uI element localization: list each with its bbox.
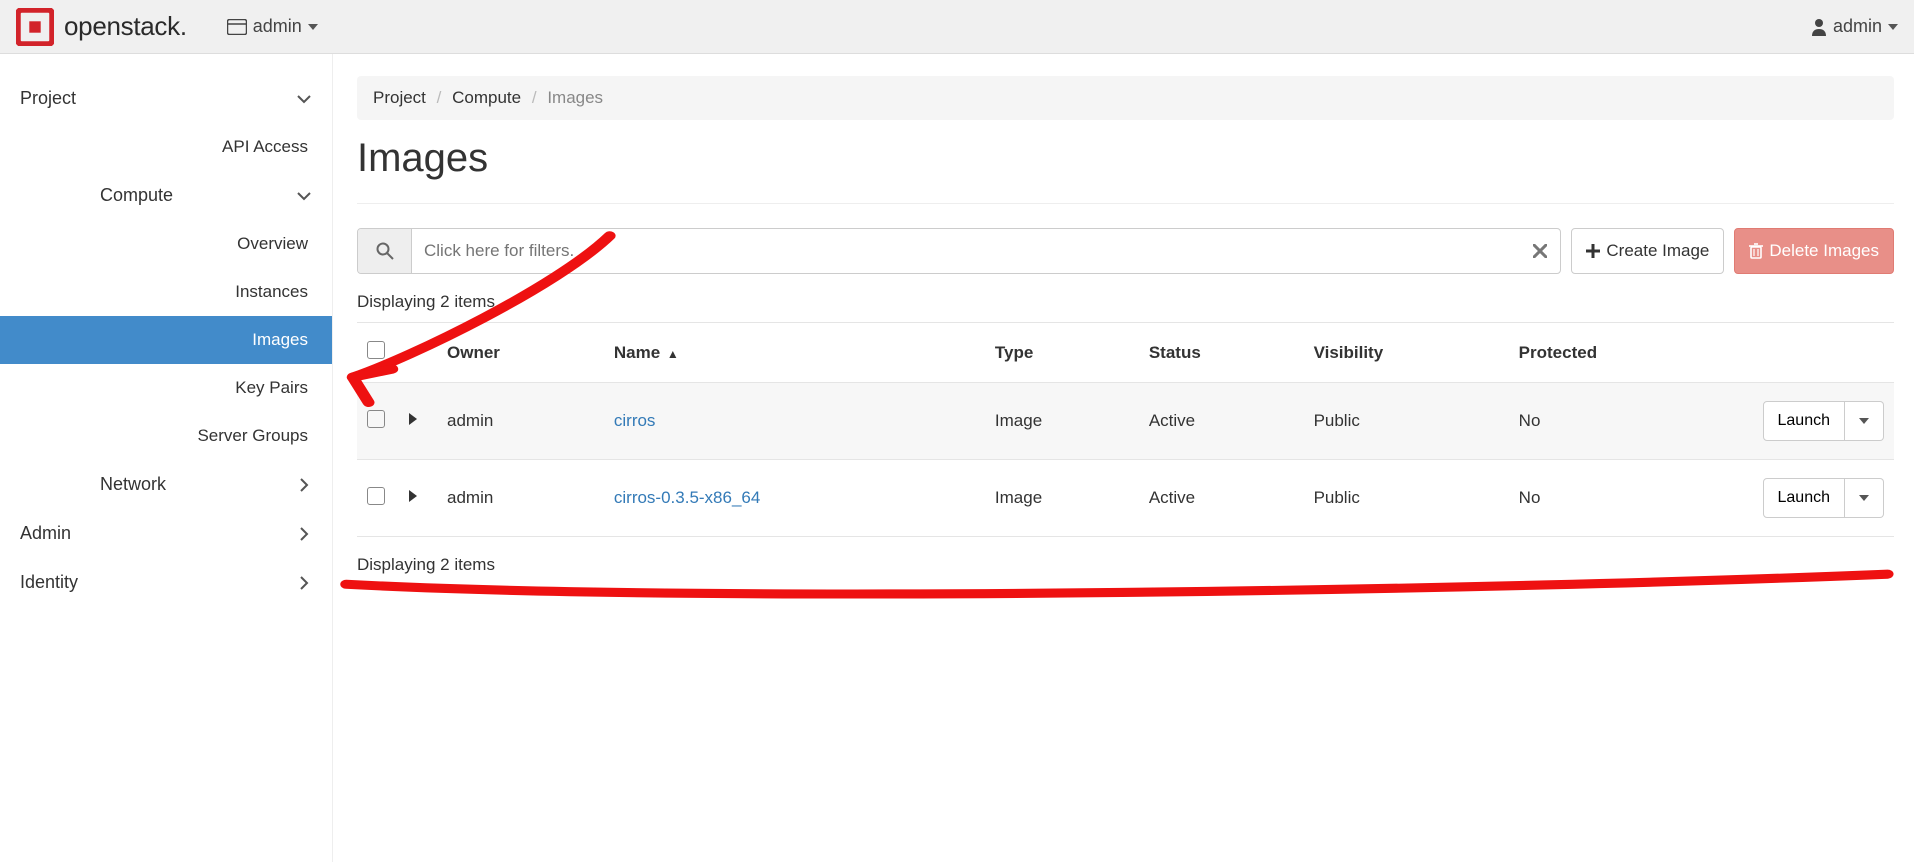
- brand-text: openstack.: [64, 11, 187, 42]
- main-panel: Project / Compute / Images Images: [333, 54, 1914, 862]
- page-title: Images: [357, 136, 1894, 204]
- breadcrumb-item: Images: [547, 88, 603, 107]
- user-icon: [1811, 18, 1827, 36]
- breadcrumb-separator: /: [526, 88, 543, 107]
- expand-row-icon[interactable]: [407, 412, 419, 426]
- chevron-right-icon: [296, 477, 312, 493]
- sidebar-item-label: Admin: [20, 523, 71, 544]
- search-button[interactable]: [358, 229, 412, 273]
- top-navbar: openstack. admin admin: [0, 0, 1914, 54]
- sidebar-item-network[interactable]: Network: [0, 460, 332, 509]
- breadcrumb-separator: /: [431, 88, 448, 107]
- row-checkbox[interactable]: [367, 487, 385, 505]
- column-header-label: Name: [614, 343, 660, 362]
- sidebar: Project API Access Compute Overview Inst…: [0, 54, 333, 862]
- select-all-checkbox[interactable]: [367, 341, 385, 359]
- project-selector-label: admin: [253, 16, 302, 37]
- sidebar-item-label: Project: [20, 88, 76, 109]
- cell-type: Image: [985, 383, 1139, 460]
- row-actions-dropdown[interactable]: [1845, 478, 1884, 518]
- sidebar-item-compute[interactable]: Compute: [0, 171, 332, 220]
- search-icon: [376, 242, 394, 260]
- table-row: admin cirros Image Active Public No Laun…: [357, 383, 1894, 460]
- toolbar: Create Image Delete Images: [357, 228, 1894, 274]
- sidebar-item-label: Key Pairs: [235, 378, 308, 398]
- image-name-link[interactable]: cirros: [614, 411, 656, 430]
- openstack-logo-icon: [16, 8, 54, 46]
- row-checkbox[interactable]: [367, 410, 385, 428]
- brand-logo[interactable]: openstack.: [16, 8, 187, 46]
- sidebar-item-instances[interactable]: Instances: [0, 268, 332, 316]
- column-header-owner[interactable]: Owner: [437, 323, 604, 383]
- display-count-bottom: Displaying 2 items: [357, 555, 1894, 575]
- caret-down-icon: [308, 24, 318, 30]
- sidebar-item-label: Server Groups: [197, 426, 308, 446]
- cell-visibility: Public: [1304, 383, 1509, 460]
- cell-visibility: Public: [1304, 460, 1509, 537]
- caret-down-icon: [1859, 495, 1869, 501]
- sidebar-item-project[interactable]: Project: [0, 74, 332, 123]
- close-icon: [1533, 244, 1547, 258]
- launch-button[interactable]: Launch: [1763, 478, 1846, 518]
- sidebar-item-label: Images: [252, 330, 308, 350]
- cell-type: Image: [985, 460, 1139, 537]
- caret-down-icon: [1888, 24, 1898, 30]
- cell-protected: No: [1509, 383, 1734, 460]
- launch-button[interactable]: Launch: [1763, 401, 1846, 441]
- sidebar-item-images[interactable]: Images: [0, 316, 332, 364]
- row-actions-dropdown[interactable]: [1845, 401, 1884, 441]
- column-header-name[interactable]: Name ▲: [604, 323, 985, 383]
- column-header-visibility[interactable]: Visibility: [1304, 323, 1509, 383]
- chevron-right-icon: [296, 526, 312, 542]
- filter-input[interactable]: [412, 229, 1520, 273]
- sidebar-item-label: API Access: [222, 137, 308, 157]
- chevron-right-icon: [296, 575, 312, 591]
- filter-box: [357, 228, 1561, 274]
- table-row: admin cirros-0.3.5-x86_64 Image Active P…: [357, 460, 1894, 537]
- breadcrumb-item[interactable]: Compute: [452, 88, 521, 107]
- cell-status: Active: [1139, 383, 1304, 460]
- breadcrumb: Project / Compute / Images: [357, 76, 1894, 120]
- sidebar-item-key-pairs[interactable]: Key Pairs: [0, 364, 332, 412]
- cell-protected: No: [1509, 460, 1734, 537]
- column-header-type[interactable]: Type: [985, 323, 1139, 383]
- sidebar-item-label: Overview: [237, 234, 308, 254]
- breadcrumb-item[interactable]: Project: [373, 88, 426, 107]
- sidebar-item-api-access[interactable]: API Access: [0, 123, 332, 171]
- project-icon: [227, 19, 247, 35]
- cell-status: Active: [1139, 460, 1304, 537]
- chevron-down-icon: [296, 188, 312, 204]
- cell-owner: admin: [437, 383, 604, 460]
- cell-owner: admin: [437, 460, 604, 537]
- sidebar-item-label: Instances: [235, 282, 308, 302]
- display-count-top: Displaying 2 items: [357, 292, 1894, 312]
- clear-filter-button[interactable]: [1520, 229, 1560, 273]
- delete-images-button[interactable]: Delete Images: [1734, 228, 1894, 274]
- column-header-status[interactable]: Status: [1139, 323, 1304, 383]
- user-menu-label: admin: [1833, 16, 1882, 37]
- sidebar-item-label: Identity: [20, 572, 78, 593]
- sidebar-item-label: Network: [100, 474, 166, 495]
- sidebar-item-admin[interactable]: Admin: [0, 509, 332, 558]
- button-label: Create Image: [1606, 241, 1709, 261]
- chevron-down-icon: [296, 91, 312, 107]
- create-image-button[interactable]: Create Image: [1571, 228, 1724, 274]
- trash-icon: [1749, 243, 1763, 259]
- sidebar-item-overview[interactable]: Overview: [0, 220, 332, 268]
- user-menu[interactable]: admin: [1811, 16, 1898, 37]
- sort-asc-icon: ▲: [667, 347, 679, 361]
- sidebar-item-label: Compute: [100, 185, 173, 206]
- sidebar-item-identity[interactable]: Identity: [0, 558, 332, 607]
- button-label: Launch: [1778, 489, 1831, 507]
- image-name-link[interactable]: cirros-0.3.5-x86_64: [614, 488, 760, 507]
- caret-down-icon: [1859, 418, 1869, 424]
- images-table: Owner Name ▲ Type Status Visibility Prot…: [357, 322, 1894, 537]
- expand-row-icon[interactable]: [407, 489, 419, 503]
- plus-icon: [1586, 244, 1600, 258]
- sidebar-item-server-groups[interactable]: Server Groups: [0, 412, 332, 460]
- project-selector[interactable]: admin: [227, 16, 318, 37]
- button-label: Delete Images: [1769, 241, 1879, 261]
- column-header-protected[interactable]: Protected: [1509, 323, 1734, 383]
- button-label: Launch: [1778, 412, 1831, 430]
